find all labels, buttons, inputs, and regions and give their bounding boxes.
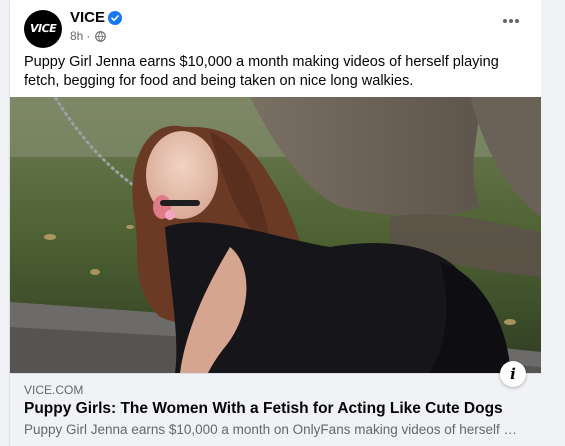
link-title[interactable]: Puppy Girls: The Women With a Fetish for… (24, 400, 503, 418)
meta-separator: · (86, 29, 91, 43)
post-caption: Puppy Girl Jenna earns $10,000 a month m… (24, 54, 499, 89)
info-icon: i (510, 365, 516, 383)
page-avatar[interactable]: VICE (24, 10, 62, 48)
verified-badge-icon (108, 11, 122, 25)
globe-icon (95, 30, 107, 42)
link-description: Puppy Girl Jenna earns $10,000 a month o… (24, 422, 519, 437)
info-button[interactable]: i (500, 361, 526, 387)
feed-background (541, 0, 565, 446)
post-photo[interactable] (10, 97, 541, 373)
photo-illustration (10, 97, 541, 373)
more-horizontal-icon (503, 19, 519, 23)
link-preview[interactable]: VICE.COM Puppy Girls: The Women With a F… (10, 361, 541, 446)
more-options-button[interactable] (499, 12, 523, 30)
page-name-link[interactable]: VICE (70, 9, 105, 26)
link-domain: VICE.COM (24, 383, 84, 397)
post-timestamp[interactable]: 8h (70, 29, 83, 43)
avatar-logo-text: VICE (28, 22, 58, 35)
post-meta: 8h · (70, 29, 107, 43)
feed-post: VICE VICE 8h · Puppy Girl Jenna earns $1… (10, 0, 541, 446)
